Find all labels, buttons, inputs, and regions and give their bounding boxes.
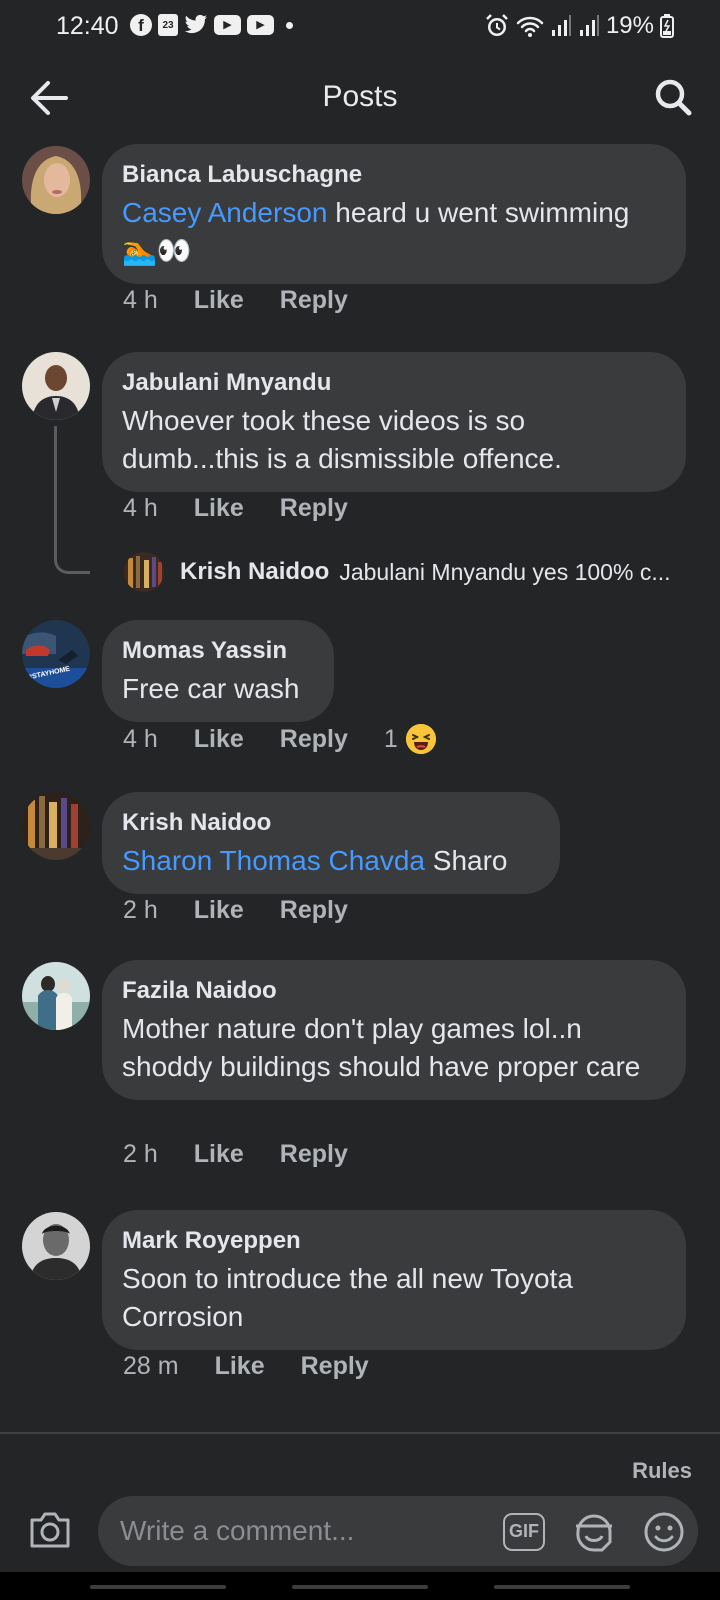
comment-actions: 2 h Like Reply [123, 1140, 384, 1169]
comment-text: Mother nature don't play games lol..n sh… [122, 1013, 641, 1082]
comment-actions: 4 h Like Reply 1 [123, 724, 436, 754]
comment-time[interactable]: 28 m [123, 1352, 179, 1381]
comment-bubble[interactable]: Krish Naidoo Sharon Thomas Chavda Sharo [102, 792, 560, 894]
comment-author[interactable]: Bianca Labuschagne [122, 160, 666, 190]
comment-bubble[interactable]: Momas Yassin Free car wash [102, 620, 334, 722]
emoji-button[interactable] [642, 1510, 686, 1554]
comment-actions: 4 h Like Reply [123, 494, 384, 523]
reply-button[interactable]: Reply [280, 494, 348, 523]
reply-button[interactable]: Reply [280, 896, 348, 925]
wifi-icon [516, 16, 544, 37]
camera-button[interactable] [28, 1510, 72, 1550]
battery-percentage: 19% [605, 12, 654, 39]
avatar[interactable]: #STAYHOME [22, 620, 90, 688]
nav-back-button[interactable] [494, 1585, 630, 1589]
comment-actions: 2 h Like Reply [123, 896, 384, 925]
comment-text: Free car wash [122, 673, 300, 704]
avatar[interactable] [22, 962, 90, 1030]
like-button[interactable]: Like [215, 1352, 265, 1381]
comment-time[interactable]: 2 h [123, 896, 158, 925]
sticker-button[interactable] [572, 1510, 616, 1554]
comment-text: Whoever took these videos is so dumb...t… [122, 405, 562, 474]
comment-author[interactable]: Fazila Naidoo [122, 976, 666, 1006]
comment-time[interactable]: 4 h [123, 494, 158, 523]
comment-text: Sharon Thomas Chavda Sharo [122, 845, 508, 876]
comment-bubble[interactable]: Fazila Naidoo Mother nature don't play g… [102, 960, 686, 1100]
search-button[interactable] [652, 76, 694, 118]
alarm-icon [486, 14, 508, 36]
notification-icons: f 23 ▶ ▶ [130, 14, 293, 36]
like-button[interactable]: Like [194, 896, 244, 925]
page-title: Posts [322, 80, 398, 113]
comment-text: Soon to introduce the all new Toyota Cor… [122, 1263, 573, 1332]
battery-charging-icon [660, 14, 674, 38]
comment-composer: Rules GIF [0, 1432, 720, 1572]
like-button[interactable]: Like [194, 1140, 244, 1169]
comment-actions: 28 m Like Reply [123, 1352, 405, 1381]
avatar[interactable] [22, 146, 90, 214]
avatar[interactable] [124, 552, 164, 592]
comment-time[interactable]: 4 h [123, 725, 158, 754]
avatar[interactable] [22, 352, 90, 420]
camera-icon [30, 1512, 70, 1548]
search-icon [655, 79, 692, 116]
gif-button[interactable]: GIF [503, 1513, 545, 1551]
comment-author[interactable]: Jabulani Mnyandu [122, 368, 666, 398]
youtube-icon: ▶ [214, 15, 241, 35]
signal-icon [579, 15, 599, 36]
youtube-icon: ▶ [247, 15, 274, 35]
nav-home-button[interactable] [292, 1585, 428, 1589]
avatar[interactable] [22, 792, 90, 860]
comment-time[interactable]: 2 h [123, 1140, 158, 1169]
system-navigation-bar [0, 1572, 720, 1600]
nav-recents-button[interactable] [90, 1585, 226, 1589]
comment-actions: 4 h Like Reply [123, 286, 384, 315]
reply-button[interactable]: Reply [280, 286, 348, 315]
emoji-icon [644, 1512, 684, 1552]
like-button[interactable]: Like [194, 725, 244, 754]
comment-bubble[interactable]: Bianca Labuschagne Casey Anderson heard … [102, 144, 686, 284]
reply-text: Jabulani Mnyandu yes 100% c... [339, 558, 671, 585]
reply-preview[interactable]: Krish Naidoo Jabulani Mnyandu yes 100% c… [124, 552, 671, 592]
comment-author[interactable]: Mark Royeppen [122, 1226, 666, 1256]
status-indicators: 19% [484, 12, 674, 40]
status-time: 12:40 [56, 12, 119, 40]
more-notifications-dot [286, 21, 293, 29]
status-bar: 12:40 f 23 ▶ ▶ 19% [0, 0, 720, 56]
emoji-text: 🏊👀 [122, 235, 192, 266]
mention-link[interactable]: Casey Anderson [122, 197, 327, 228]
signal-icon [551, 15, 571, 36]
laughing-emoji-icon [405, 724, 436, 754]
reply-button[interactable]: Reply [280, 1140, 348, 1169]
comment-author[interactable]: Momas Yassin [122, 636, 314, 666]
like-button[interactable]: Like [194, 286, 244, 315]
sticker-icon [576, 1514, 612, 1552]
comments-list[interactable]: Bianca Labuschagne Casey Anderson heard … [0, 140, 720, 1432]
app-header: Posts [0, 56, 720, 140]
comment-bubble[interactable]: Jabulani Mnyandu Whoever took these vide… [102, 352, 686, 492]
calendar-icon: 23 [158, 14, 178, 36]
comment-time[interactable]: 4 h [123, 286, 158, 315]
comment-author[interactable]: Krish Naidoo [122, 808, 540, 838]
like-button[interactable]: Like [194, 494, 244, 523]
reply-button[interactable]: Reply [301, 1352, 369, 1381]
mention-link[interactable]: Sharon Thomas Chavda [122, 845, 425, 876]
comment-bubble[interactable]: Mark Royeppen Soon to introduce the all … [102, 1210, 686, 1350]
comment-text: Casey Anderson heard u went swimming 🏊👀 [122, 197, 630, 266]
reaction-summary[interactable]: 1 [384, 724, 436, 754]
facebook-icon: f [130, 14, 152, 36]
reply-author[interactable]: Krish Naidoo [180, 558, 329, 586]
avatar[interactable] [22, 1212, 90, 1280]
rules-link[interactable]: Rules [632, 1458, 692, 1484]
reply-thread-line [54, 426, 90, 574]
reaction-count: 1 [383, 724, 398, 753]
twitter-icon [184, 14, 208, 36]
reply-button[interactable]: Reply [280, 725, 348, 754]
